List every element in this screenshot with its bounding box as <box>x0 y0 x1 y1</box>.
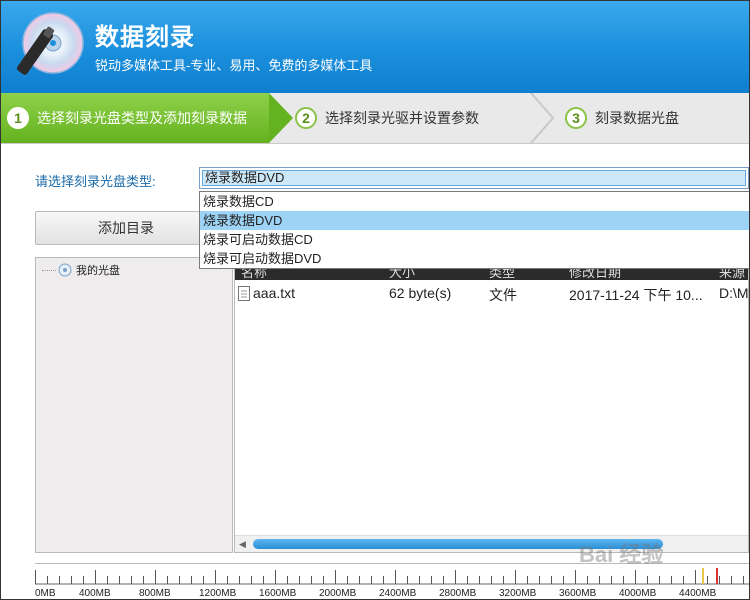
disc-type-dropdown-list: 烧录数据CD 烧录数据DVD 烧录可启动数据CD 烧录可启动数据DVD <box>199 191 749 269</box>
step-1-label: 选择刻录光盘类型及添加刻录数据 <box>37 110 247 126</box>
disc-type-label: 请选择刻录光盘类型: <box>35 174 156 189</box>
ruler-label: 2400MB <box>379 588 417 599</box>
ruler-label: 2800MB <box>439 588 477 599</box>
file-name: aaa.txt <box>253 285 296 301</box>
ruler-label: 4400MB <box>679 588 717 599</box>
step-1[interactable]: 1 选择刻录光盘类型及添加刻录数据 <box>1 93 269 143</box>
tree-connector <box>42 269 56 271</box>
ruler-label: 1200MB <box>199 588 237 599</box>
step-bar: 1 选择刻录光盘类型及添加刻录数据 2 选择刻录光驱并设置参数 3 刻录数据光盘 <box>1 93 749 144</box>
ruler-label: 3600MB <box>559 588 597 599</box>
disc-type-selected-value: 烧录数据DVD <box>202 170 746 186</box>
file-type: 文件 <box>489 287 517 303</box>
step-3-label: 刻录数据光盘 <box>595 110 679 126</box>
ruler-label: 1600MB <box>259 588 297 599</box>
disc-type-option[interactable]: 烧录可启动数据CD <box>200 230 749 249</box>
file-icon <box>238 286 250 304</box>
tree-item-my-disc[interactable]: 我的光盘 <box>42 262 120 278</box>
app-title: 数据刻录 <box>95 24 195 51</box>
disc-type-option[interactable]: 烧录可启动数据DVD <box>200 249 749 268</box>
ruler-label: 400MB <box>79 588 111 599</box>
tree-item-label: 我的光盘 <box>76 265 120 277</box>
file-source: D:\M <box>719 285 749 301</box>
step-2[interactable]: 2 选择刻录光驱并设置参数 <box>295 93 535 143</box>
step-1-number: 1 <box>7 107 29 129</box>
disc-burn-logo-icon <box>16 12 84 75</box>
step-2-number: 2 <box>295 107 317 129</box>
horizontal-scrollbar[interactable]: ◀ <box>235 535 748 552</box>
table-row[interactable]: aaa.txt 62 byte(s) 文件 2017-11-24 下午 10..… <box>235 284 749 306</box>
disc-type-option[interactable]: 烧录数据CD <box>200 192 749 211</box>
step-2-label: 选择刻录光驱并设置参数 <box>325 110 479 126</box>
disc-type-select[interactable]: 烧录数据DVD <box>199 167 749 189</box>
file-list: 名称 大小 类型 修改日期 来源 aaa.txt 62 byte(s) 文件 2… <box>234 257 749 553</box>
scroll-left-arrow-icon[interactable]: ◀ <box>239 539 246 550</box>
ruler-label: 3200MB <box>499 588 537 599</box>
add-directory-button[interactable]: 添加目录 <box>35 211 217 245</box>
step-2-arrow-icon <box>530 93 555 143</box>
file-modified: 2017-11-24 下午 10... <box>569 287 703 303</box>
app-header: 数据刻录 锐动多媒体工具-专业、易用、免费的多媒体工具 <box>1 1 749 93</box>
app-window: 数据刻录 锐动多媒体工具-专业、易用、免费的多媒体工具 1 选择刻录光盘类型及添… <box>0 0 750 600</box>
disc-type-option[interactable]: 烧录数据DVD <box>200 211 749 230</box>
step-3[interactable]: 3 刻录数据光盘 <box>565 93 745 143</box>
file-size: 62 byte(s) <box>389 285 452 301</box>
ruler-label: 4000MB <box>619 588 657 599</box>
app-subtitle: 锐动多媒体工具-专业、易用、免费的多媒体工具 <box>95 58 373 73</box>
step-1-arrow-icon <box>269 93 293 143</box>
step-3-number: 3 <box>565 107 587 129</box>
ruler-label: 800MB <box>139 588 171 599</box>
ruler-label: 0MB <box>35 588 56 599</box>
disc-icon <box>58 263 72 277</box>
watermark-text: Bai 经验 <box>579 542 664 567</box>
ruler-label: 2000MB <box>319 588 357 599</box>
disc-tree-panel: 我的光盘 <box>35 257 233 553</box>
